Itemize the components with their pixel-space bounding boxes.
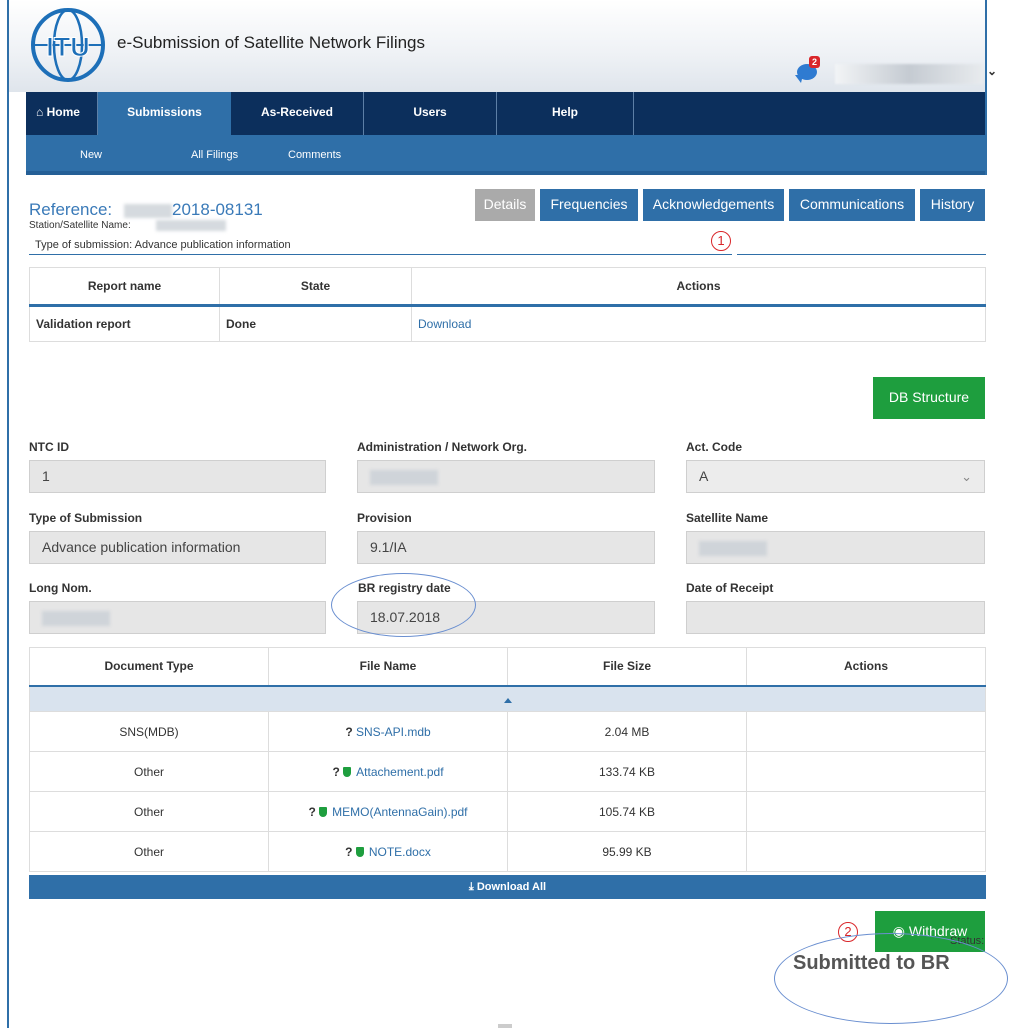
tab-help[interactable]: Help [497, 92, 634, 135]
subnav-comments[interactable]: Comments [288, 149, 341, 161]
field-label: Act. Code [686, 440, 743, 454]
notification-badge: 2 [809, 56, 821, 68]
file-link[interactable]: NOTE.docx [369, 845, 431, 859]
field-label: Satellite Name [686, 511, 769, 525]
station-label: Station/Satellite Name: [29, 220, 131, 231]
doc-type: Other [29, 751, 269, 792]
column-header: Actions [411, 267, 986, 307]
frame-border-right [985, 0, 987, 175]
subnav-new[interactable]: New [80, 149, 102, 161]
download-icon: ⤓ [468, 881, 474, 893]
file-size: 105.74 KB [507, 791, 747, 832]
redacted-text [156, 220, 226, 231]
question-icon[interactable]: ? [308, 805, 319, 819]
tab-communications[interactable]: Communications [789, 189, 915, 221]
column-header: Document Type [29, 647, 269, 686]
file-link[interactable]: SNS-API.mdb [356, 725, 431, 739]
download-all-label: Download All [476, 881, 547, 893]
column-header: File Size [507, 647, 747, 686]
ntc-id-field[interactable]: 1 [29, 460, 326, 493]
act-code-value: A [699, 468, 709, 484]
long-nom-field[interactable] [29, 601, 326, 634]
db-structure-button[interactable]: DB Structure [873, 377, 985, 419]
redacted-text [124, 204, 172, 218]
shield-icon [343, 766, 352, 777]
itu-logo: ITU [31, 8, 105, 82]
doc-type: Other [29, 831, 269, 872]
tab-label: Home [46, 105, 80, 119]
field-label: Long Nom. [29, 581, 92, 595]
submission-type-line: Type of submission: Advance publication … [35, 239, 291, 251]
file-link[interactable]: Attachement.pdf [356, 765, 443, 779]
file-size: 95.99 KB [507, 831, 747, 872]
question-icon[interactable]: ? [332, 765, 343, 779]
administration-field[interactable] [357, 460, 655, 493]
sort-row [29, 684, 986, 712]
reference-label: Reference: [29, 200, 113, 219]
highlight-ellipse [774, 933, 1008, 1024]
tab-users[interactable]: Users [364, 92, 497, 135]
act-code-select[interactable]: A ⌄ [686, 460, 985, 493]
table-row: Other ? NOTE.docx 95.99 KB [29, 831, 986, 872]
file-size: 133.74 KB [507, 751, 747, 792]
tab-home[interactable]: ⌂ Home [26, 92, 98, 135]
provision-field[interactable]: 9.1/IA [357, 531, 655, 564]
field-label: Type of Submission [29, 511, 143, 525]
redacted-text [699, 540, 767, 556]
column-header: File Name [268, 647, 508, 686]
shield-icon [319, 806, 328, 817]
subnav-all-filings[interactable]: All Filings [191, 149, 238, 161]
column-header: Actions [746, 647, 986, 686]
tab-history[interactable]: History [920, 189, 985, 221]
svg-text:ITU: ITU [46, 32, 90, 62]
shield-icon [355, 846, 364, 857]
tab-as-received[interactable]: As-Received [231, 92, 364, 135]
table-row: Validation report Done Download [29, 305, 986, 342]
satellite-name-field[interactable] [686, 531, 985, 564]
type-of-submission-field[interactable]: Advance publication information [29, 531, 326, 564]
field-label: Date of Receipt [686, 581, 774, 595]
column-header: State [219, 267, 412, 307]
date-of-receipt-field[interactable] [686, 601, 985, 634]
app-title: e-Submission of Satellite Network Filing… [117, 33, 426, 52]
tab-submissions[interactable]: Submissions [98, 92, 231, 135]
download-link[interactable]: Download [418, 317, 471, 331]
highlight-ellipse [331, 573, 476, 637]
table-row: Other ? Attachement.pdf 133.74 KB [29, 751, 986, 792]
table-row: Other ? MEMO(AntennaGain).pdf 105.74 KB [29, 791, 986, 832]
chevron-down-icon: ⌄ [961, 469, 972, 484]
app-header: ITU e-Submission of Satellite Network Fi… [9, 0, 997, 92]
chevron-down-icon[interactable]: ⌄ [987, 64, 997, 78]
doc-type: SNS(MDB) [29, 711, 269, 752]
download-all-button[interactable]: ⤓ Download All [29, 875, 986, 899]
redacted-text [370, 469, 438, 485]
sub-nav: New All Filings Comments [26, 135, 985, 175]
notifications-button[interactable]: 2 [795, 56, 825, 84]
documents-table: Document Type File Name File Size Action… [29, 647, 986, 872]
table-row: SNS(MDB) ? SNS-API.mdb 2.04 MB [29, 711, 986, 752]
tab-frequencies[interactable]: Frequencies [540, 189, 638, 221]
file-link[interactable]: MEMO(AntennaGain).pdf [332, 805, 467, 819]
doc-type: Other [29, 791, 269, 832]
tab-acknowledgements[interactable]: Acknowledgements [643, 189, 784, 221]
report-state: Done [219, 305, 412, 342]
sort-asc-icon[interactable] [503, 697, 512, 703]
column-header: Report name [29, 267, 220, 307]
report-table: Report name State Actions Validation rep… [29, 267, 986, 342]
field-label: Provision [357, 511, 412, 525]
question-icon[interactable]: ? [345, 845, 356, 859]
field-label: NTC ID [29, 440, 69, 454]
home-icon: ⌂ [36, 105, 44, 119]
file-size: 2.04 MB [507, 711, 747, 752]
annotation-marker-1: 1 [711, 231, 731, 251]
tab-details[interactable]: Details [475, 189, 535, 221]
user-menu[interactable] [835, 64, 983, 84]
report-name: Validation report [29, 305, 220, 342]
field-label: Administration / Network Org. [357, 440, 528, 454]
redacted-text [42, 610, 110, 626]
reference-number: 2018-08131 [172, 200, 263, 219]
main-nav: ⌂ Home Submissions As-Received Users Hel… [26, 92, 985, 135]
question-icon[interactable]: ? [345, 725, 356, 739]
frame-border-left [7, 0, 9, 1028]
